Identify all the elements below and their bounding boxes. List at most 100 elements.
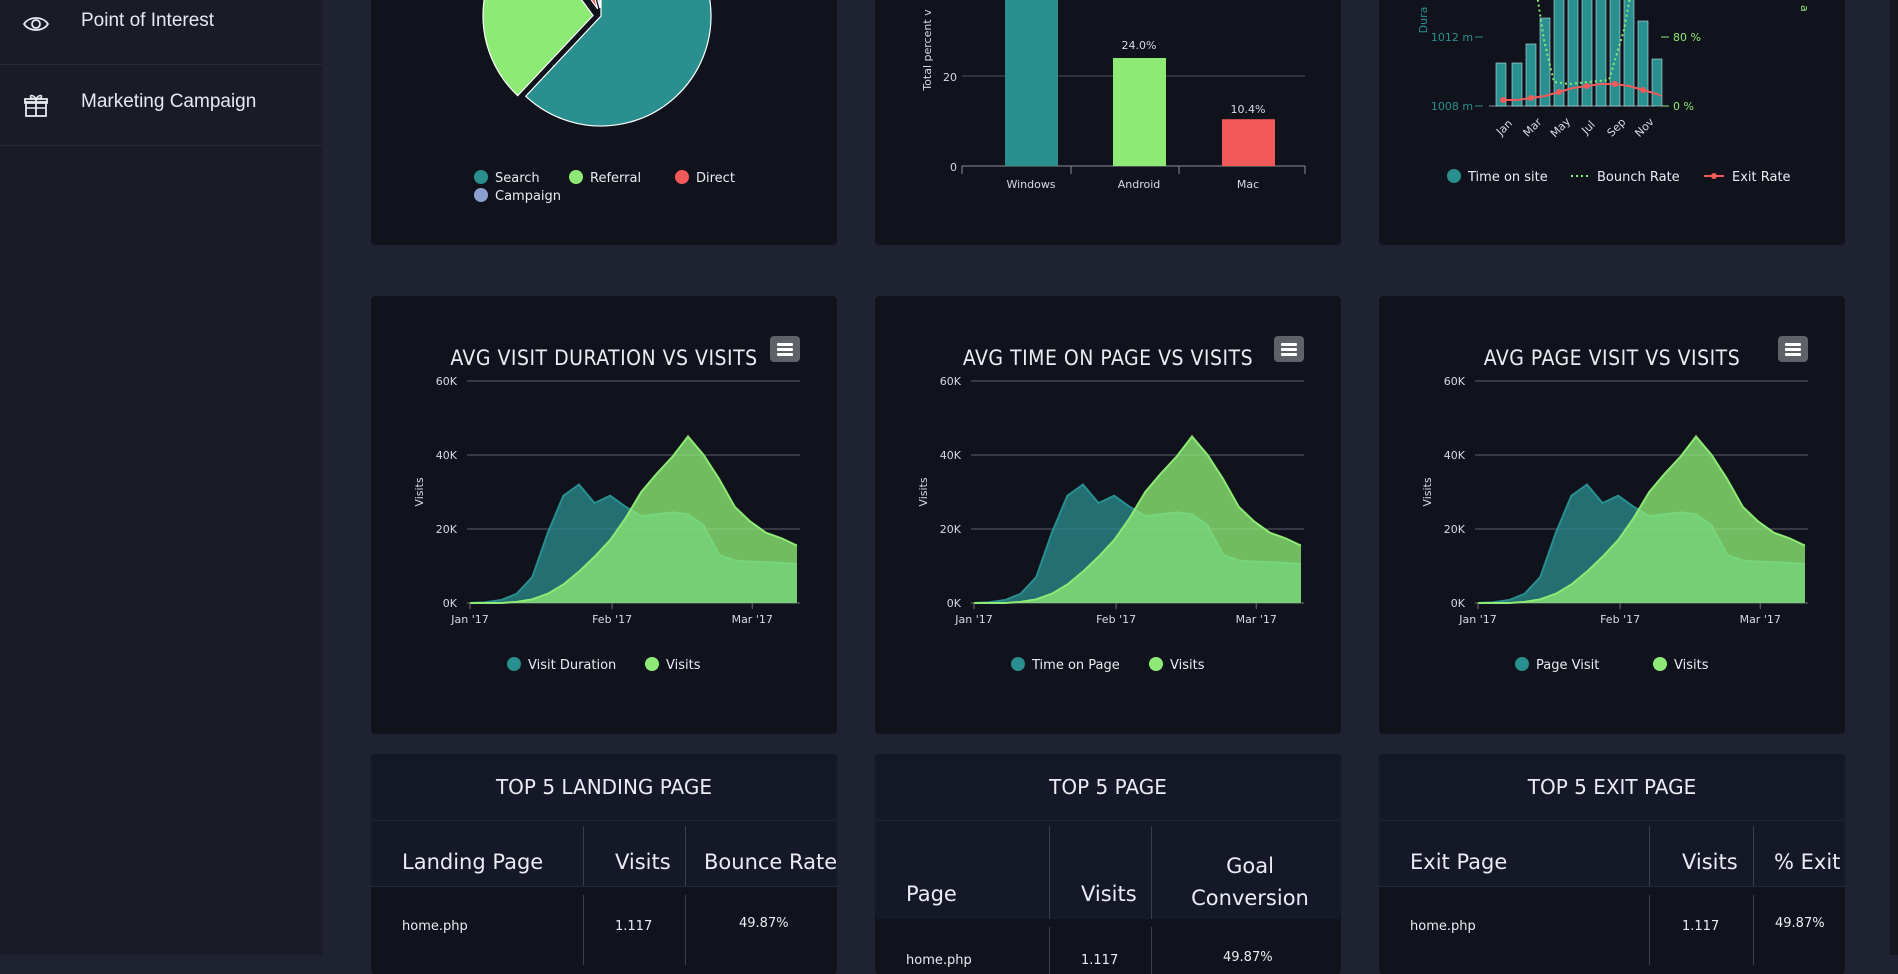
hamburger-icon-bar [1281,343,1297,346]
legend-dot-search [474,170,488,184]
sidebar-item-label: Point of Interest [81,10,215,31]
legend-label[interactable]: Page Visit [1536,658,1599,673]
combo-bar[interactable] [1637,20,1649,107]
chart-menu-button[interactable] [1274,336,1304,362]
combo-bar[interactable] [1539,17,1551,107]
exit-rate-point[interactable] [1556,89,1562,95]
exit-rate-point[interactable] [1640,87,1646,93]
exit-rate-point[interactable] [1500,97,1506,103]
combo-y-right-tick: 0 % [1673,100,1694,113]
hamburger-icon-bar [1281,348,1297,351]
sidebar: Point of Interest Marketing Campaign [0,0,322,955]
legend-label[interactable]: Bounch Rate [1597,170,1680,185]
page-scrollbar[interactable] [1890,0,1898,955]
y-axis-label: Visits [1421,477,1434,506]
y-axis-label: Visits [413,477,426,506]
legend-label[interactable]: Time on Page [1031,658,1120,673]
exit-rate-point[interactable] [1528,95,1534,101]
hamburger-icon-bar [777,353,793,356]
top-landing-page-table: TOP 5 LANDING PAGE Landing Page Visits B… [371,754,837,974]
table-row[interactable]: home.php 1.117 49.87% [1379,887,1845,974]
chart-menu-button[interactable] [1778,336,1808,362]
x-tick: Mar '17 [732,613,773,626]
x-tick: Mar '17 [1236,613,1277,626]
x-tick: Feb '17 [1600,613,1640,626]
legend-label[interactable]: Exit Rate [1732,170,1791,185]
sidebar-item-marketing-campaign[interactable]: Marketing Campaign [0,65,322,146]
combo-bar[interactable] [1567,0,1579,107]
table-cell-visits: 1.117 [1081,953,1119,968]
table-row[interactable]: home.php 1.117 49.87% [875,919,1341,974]
combo-bar[interactable] [1623,0,1635,107]
combo-x-tick: Jul [1579,118,1598,137]
column-header[interactable]: Visits [615,850,671,874]
legend-dot-time-on-site [1447,169,1461,183]
bar-android[interactable] [1113,58,1166,166]
chart-title: AVG PAGE VISIT VS VISITS [1483,346,1741,370]
combo-bar[interactable] [1651,58,1663,107]
column-divider [1049,826,1050,926]
combo-x-tick: May [1548,115,1574,141]
column-header[interactable]: Visits [1682,850,1738,874]
table-cell-page[interactable]: home.php [906,953,972,968]
legend-label[interactable]: Visits [666,658,701,673]
x-tick: Feb '17 [1096,613,1136,626]
combo-y-left-label: Dura [1417,7,1430,34]
hamburger-icon-bar [1785,348,1801,351]
chart-title: AVG TIME ON PAGE VS VISITS [962,346,1254,370]
table-cell-rate: 49.87% [1223,950,1273,965]
table-cell-visits: 1.117 [1682,919,1720,934]
combo-bar[interactable] [1581,0,1593,107]
column-header[interactable]: % Exit [1774,850,1840,874]
bar-windows[interactable] [1005,0,1058,166]
legend-label[interactable]: Visits [1674,658,1709,673]
top-page-table: TOP 5 PAGE Page Visits Goal Conversion R… [875,754,1341,974]
exit-rate-point[interactable] [1584,83,1590,89]
x-tick: Jan '17 [450,613,488,626]
bar-y-tick: 20 [943,71,957,84]
legend-label[interactable]: Campaign [495,189,561,204]
chart-menu-button[interactable] [770,336,800,362]
hamburger-icon-bar [1281,353,1297,356]
y-tick: 20K [436,523,458,536]
bar-y-tick: 0 [950,161,957,174]
y-tick: 0K [1451,597,1466,610]
legend-label[interactable]: Visits [1170,658,1205,673]
legend-marker-exit-rate [1711,173,1717,179]
legend-dot-referral [569,170,583,184]
y-tick: 0K [443,597,458,610]
y-axis-label: Visits [917,477,930,506]
combo-y-left-tick: 1008 m [1431,100,1473,113]
legend-label[interactable]: Search [495,171,540,186]
combo-bar[interactable] [1595,0,1607,107]
table-title: TOP 5 PAGE [875,754,1341,821]
legend-label[interactable]: Direct [696,171,735,186]
legend-dot [1011,657,1025,671]
column-divider [1151,826,1152,926]
exit-rate-point[interactable] [1612,81,1618,87]
y-tick: 20K [940,523,962,536]
table-cell-page[interactable]: home.php [402,919,468,934]
table-cell-rate: 49.87% [739,916,789,931]
pie-legend: Search Referral Direct Campaign [474,170,735,204]
column-header[interactable]: Page [906,882,957,906]
table-row[interactable]: home.php 1.117 49.87% [371,887,837,974]
legend-label[interactable]: Time on site [1467,170,1548,185]
column-header[interactable]: Exit Page [1410,850,1507,874]
table-cell-page[interactable]: home.php [1410,919,1476,934]
bar-mac[interactable] [1222,119,1275,166]
table-cell-rate: 49.87% [1775,916,1825,931]
y-tick: 60K [940,375,962,388]
column-header[interactable]: Landing Page [402,850,543,874]
x-tick: Jan '17 [1458,613,1496,626]
legend-label[interactable]: Referral [590,171,641,186]
legend-label[interactable]: Visit Duration [528,658,616,673]
combo-bar[interactable] [1609,0,1621,107]
column-header[interactable]: Visits [1081,882,1137,906]
column-header[interactable]: Bounce Rate [704,850,837,874]
legend-dot [1515,657,1529,671]
hamburger-icon-bar [1785,343,1801,346]
sidebar-item-label: Marketing Campaign [81,91,257,112]
bar-data-label: 10.4% [1231,103,1266,116]
sidebar-item-point-of-interest[interactable]: Point of Interest [0,0,322,65]
